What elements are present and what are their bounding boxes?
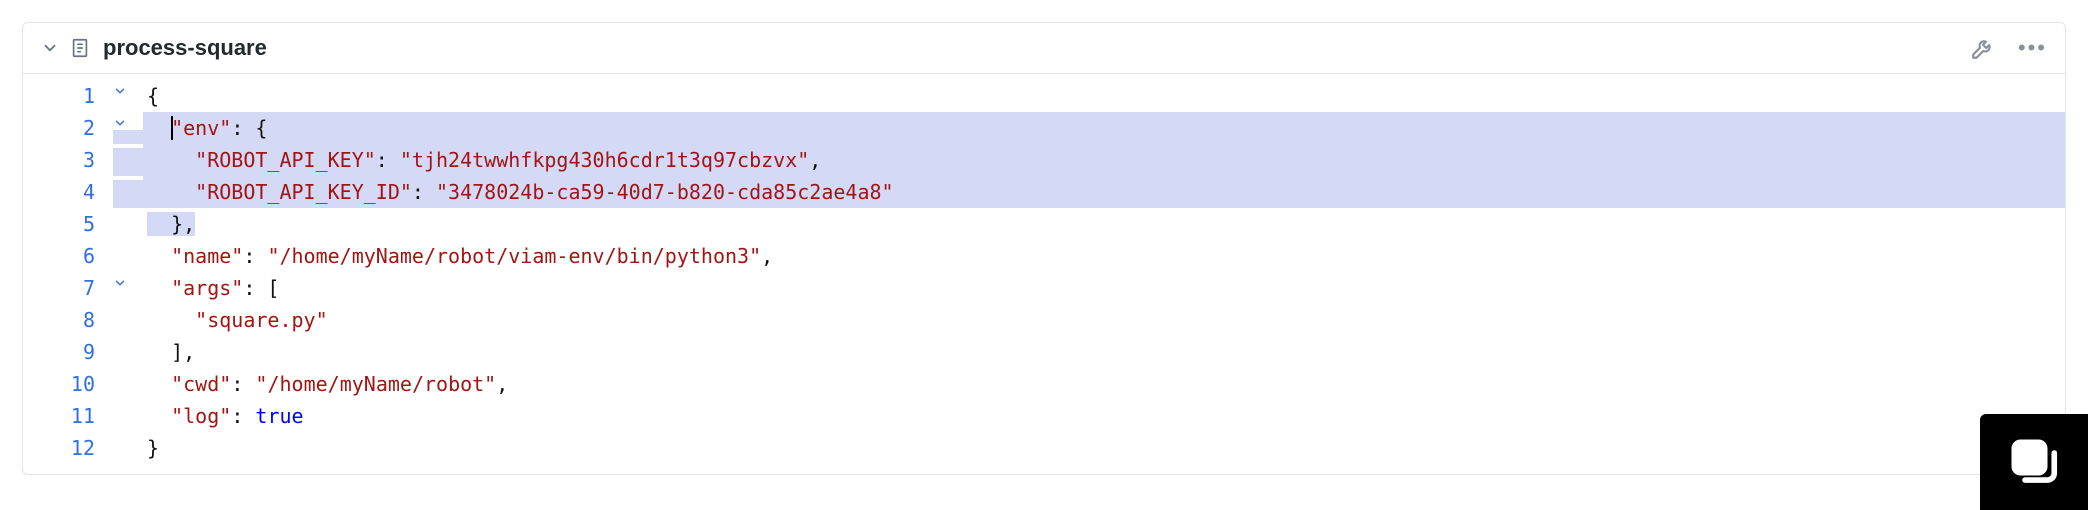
line-number: 3 [23, 144, 113, 176]
line-number: 5 [23, 208, 113, 240]
fold-toggle [113, 304, 143, 308]
fold-toggle[interactable] [113, 272, 143, 290]
code-line[interactable]: 3 "ROBOT_API_KEY": "tjh24twwhfkpg430h6cd… [23, 144, 2065, 176]
panel-header: process-square ••• [23, 23, 2065, 74]
fold-toggle [113, 144, 143, 148]
fold-toggle [113, 368, 143, 372]
fold-toggle [113, 176, 143, 180]
code-line[interactable]: 4 "ROBOT_API_KEY_ID": "3478024b-ca59-40d… [23, 176, 2065, 208]
code-content[interactable]: }, [143, 208, 2065, 240]
line-number: 6 [23, 240, 113, 272]
fold-toggle [113, 336, 143, 340]
tools-icon[interactable] [1970, 35, 1996, 61]
process-icon [69, 37, 91, 59]
fold-toggle[interactable] [113, 80, 143, 98]
header-actions: ••• [1970, 35, 2047, 61]
svg-text:?: ? [2022, 444, 2037, 471]
code-content[interactable]: "ROBOT_API_KEY": "tjh24twwhfkpg430h6cdr1… [143, 144, 2065, 176]
code-line[interactable]: 5 }, [23, 208, 2065, 240]
line-number: 11 [23, 400, 113, 432]
code-line[interactable]: 1{ [23, 80, 2065, 112]
collapse-toggle[interactable] [41, 39, 59, 57]
line-number: 8 [23, 304, 113, 336]
config-panel: process-square ••• 1{2 "env": {3 "ROBOT_… [22, 22, 2066, 475]
code-content[interactable]: "args": [ [143, 272, 2065, 304]
code-content[interactable]: { [143, 80, 2065, 112]
line-number: 4 [23, 176, 113, 208]
code-line[interactable]: 9 ], [23, 336, 2065, 368]
line-number: 10 [23, 368, 113, 400]
code-content[interactable]: "log": true [143, 400, 2065, 432]
panel-title: process-square [103, 35, 1970, 61]
fold-toggle [113, 208, 143, 212]
code-line[interactable]: 8 "square.py" [23, 304, 2065, 336]
json-editor[interactable]: 1{2 "env": {3 "ROBOT_API_KEY": "tjh24tww… [23, 74, 2065, 474]
line-number: 7 [23, 272, 113, 304]
code-content[interactable]: "square.py" [143, 304, 2065, 336]
more-menu-icon[interactable]: ••• [2018, 35, 2047, 61]
code-line[interactable]: 10 "cwd": "/home/myName/robot", [23, 368, 2065, 400]
code-content[interactable]: ], [143, 336, 2065, 368]
help-fab[interactable]: ? [1980, 414, 2088, 510]
code-line[interactable]: 2 "env": { [23, 112, 2065, 144]
code-line[interactable]: 6 "name": "/home/myName/robot/viam-env/b… [23, 240, 2065, 272]
line-number: 9 [23, 336, 113, 368]
fold-toggle[interactable] [113, 112, 143, 130]
line-number: 12 [23, 432, 113, 464]
code-content[interactable]: "cwd": "/home/myName/robot", [143, 368, 2065, 400]
text-caret [171, 116, 173, 140]
code-line[interactable]: 12} [23, 432, 2065, 464]
fold-toggle [113, 400, 143, 404]
line-number: 1 [23, 80, 113, 112]
code-content[interactable]: "env": { [143, 112, 2065, 144]
fold-toggle [113, 240, 143, 244]
fold-toggle [113, 432, 143, 436]
code-content[interactable]: } [143, 432, 2065, 464]
code-content[interactable]: "name": "/home/myName/robot/viam-env/bin… [143, 240, 2065, 272]
code-line[interactable]: 7 "args": [ [23, 272, 2065, 304]
code-line[interactable]: 11 "log": true [23, 400, 2065, 432]
line-number: 2 [23, 112, 113, 144]
code-content[interactable]: "ROBOT_API_KEY_ID": "3478024b-ca59-40d7-… [143, 176, 2065, 208]
